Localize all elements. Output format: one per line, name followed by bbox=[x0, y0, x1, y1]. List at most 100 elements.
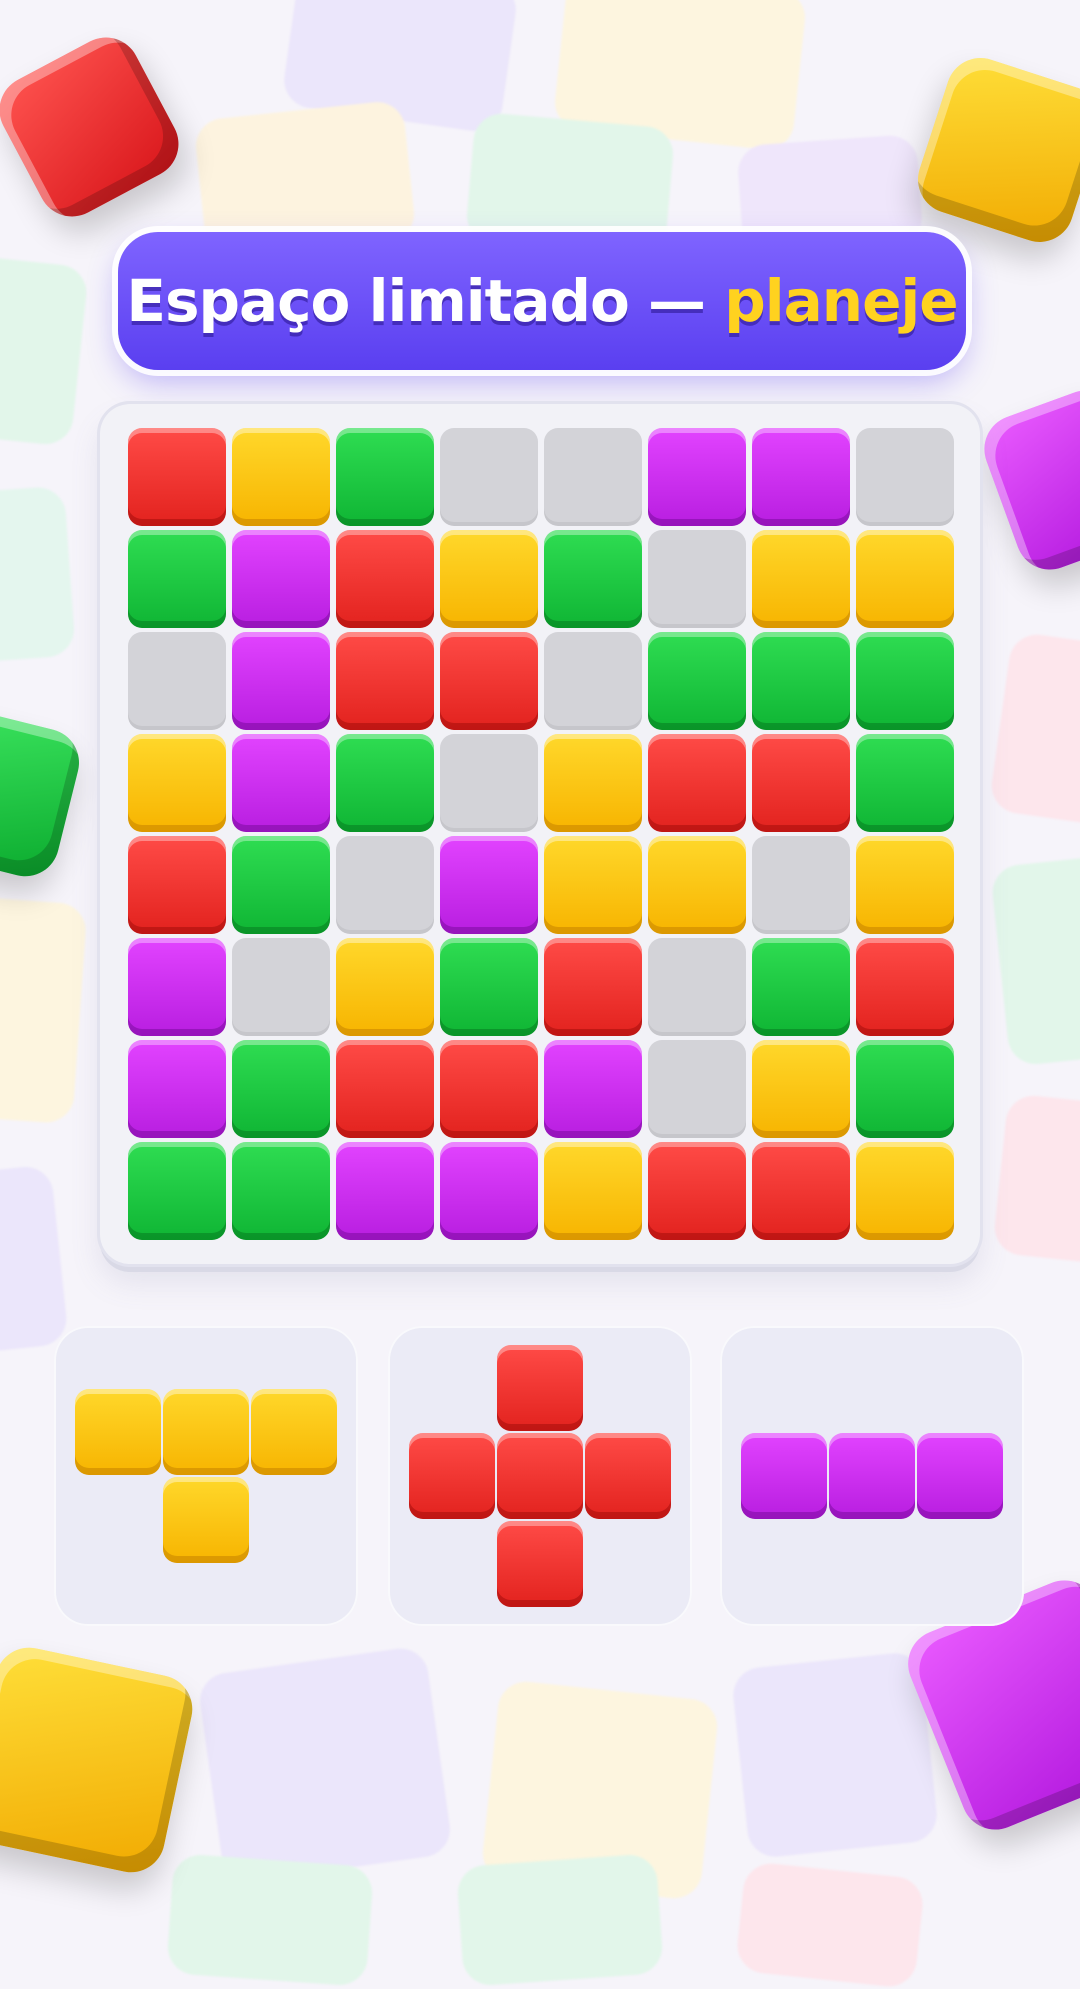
line-piece-cell[interactable] bbox=[917, 1433, 1003, 1519]
bg-square bbox=[456, 1853, 664, 1987]
empty-cell[interactable] bbox=[336, 836, 434, 934]
purple-block-cell[interactable] bbox=[232, 734, 330, 832]
purple-block-cell[interactable] bbox=[648, 428, 746, 526]
t-piece-cell[interactable] bbox=[251, 1389, 337, 1475]
red-block-cell[interactable] bbox=[648, 734, 746, 832]
green-block-cell[interactable] bbox=[752, 938, 850, 1036]
plus-piece-cell[interactable] bbox=[497, 1521, 583, 1607]
bg-square bbox=[0, 895, 88, 1125]
plus-piece-cell[interactable] bbox=[497, 1345, 583, 1431]
bg-square bbox=[166, 1853, 374, 1987]
red-block-cell[interactable] bbox=[128, 836, 226, 934]
title-banner: Espaço limitado — planeje bbox=[118, 232, 966, 370]
green-block-cell[interactable] bbox=[232, 1040, 330, 1138]
line-piece[interactable] bbox=[720, 1326, 1024, 1626]
red-block-cell[interactable] bbox=[752, 734, 850, 832]
deco-green-block bbox=[0, 706, 87, 884]
yellow-block-cell[interactable] bbox=[544, 836, 642, 934]
yellow-block-cell[interactable] bbox=[856, 836, 954, 934]
yellow-block-cell[interactable] bbox=[544, 734, 642, 832]
green-block-cell[interactable] bbox=[232, 836, 330, 934]
empty-cell[interactable] bbox=[752, 836, 850, 934]
red-block-cell[interactable] bbox=[128, 428, 226, 526]
yellow-block-cell[interactable] bbox=[648, 836, 746, 934]
line-piece-cell[interactable] bbox=[741, 1433, 827, 1519]
yellow-block-cell[interactable] bbox=[544, 1142, 642, 1240]
deco-purple-block bbox=[974, 380, 1080, 580]
board-grid bbox=[128, 428, 954, 1240]
bg-square bbox=[734, 1860, 926, 1989]
plus-piece[interactable] bbox=[388, 1326, 692, 1626]
line-piece-cell[interactable] bbox=[829, 1433, 915, 1519]
green-block-cell[interactable] bbox=[128, 530, 226, 628]
purple-block-cell[interactable] bbox=[544, 1040, 642, 1138]
t-piece-cell[interactable] bbox=[163, 1389, 249, 1475]
green-block-cell[interactable] bbox=[128, 1142, 226, 1240]
green-block-cell[interactable] bbox=[232, 1142, 330, 1240]
yellow-block-cell[interactable] bbox=[232, 428, 330, 526]
piece-slot-1[interactable] bbox=[54, 1326, 358, 1626]
game-board bbox=[100, 404, 980, 1264]
yellow-block-cell[interactable] bbox=[752, 1040, 850, 1138]
title-highlight: planeje bbox=[724, 267, 958, 335]
green-block-cell[interactable] bbox=[336, 428, 434, 526]
empty-cell[interactable] bbox=[544, 632, 642, 730]
t-piece-cell[interactable] bbox=[75, 1389, 161, 1475]
red-block-cell[interactable] bbox=[336, 1040, 434, 1138]
green-block-cell[interactable] bbox=[648, 632, 746, 730]
yellow-block-cell[interactable] bbox=[856, 1142, 954, 1240]
purple-block-cell[interactable] bbox=[128, 938, 226, 1036]
piece-slot-2[interactable] bbox=[388, 1326, 692, 1626]
yellow-block-cell[interactable] bbox=[336, 938, 434, 1036]
purple-block-cell[interactable] bbox=[232, 530, 330, 628]
purple-block-cell[interactable] bbox=[336, 1142, 434, 1240]
red-block-cell[interactable] bbox=[856, 938, 954, 1036]
plus-piece-cell[interactable] bbox=[497, 1433, 583, 1519]
empty-cell[interactable] bbox=[648, 938, 746, 1036]
empty-cell[interactable] bbox=[128, 632, 226, 730]
title-main: Espaço limitado — bbox=[126, 267, 725, 335]
empty-cell[interactable] bbox=[440, 428, 538, 526]
empty-cell[interactable] bbox=[544, 428, 642, 526]
bg-square bbox=[989, 853, 1080, 1067]
purple-block-cell[interactable] bbox=[752, 428, 850, 526]
purple-block-cell[interactable] bbox=[440, 836, 538, 934]
empty-cell[interactable] bbox=[232, 938, 330, 1036]
title-text: Espaço limitado — planeje bbox=[126, 267, 958, 335]
empty-cell[interactable] bbox=[648, 1040, 746, 1138]
piece-slot-3[interactable] bbox=[720, 1326, 1024, 1626]
deco-red-block bbox=[0, 25, 191, 229]
plus-piece-cell[interactable] bbox=[409, 1433, 495, 1519]
red-block-cell[interactable] bbox=[648, 1142, 746, 1240]
green-block-cell[interactable] bbox=[440, 938, 538, 1036]
green-block-cell[interactable] bbox=[544, 530, 642, 628]
bg-square bbox=[196, 1645, 454, 1885]
green-block-cell[interactable] bbox=[856, 632, 954, 730]
purple-block-cell[interactable] bbox=[440, 1142, 538, 1240]
red-block-cell[interactable] bbox=[544, 938, 642, 1036]
purple-block-cell[interactable] bbox=[232, 632, 330, 730]
red-block-cell[interactable] bbox=[440, 1040, 538, 1138]
green-block-cell[interactable] bbox=[856, 734, 954, 832]
empty-cell[interactable] bbox=[856, 428, 954, 526]
bg-square bbox=[0, 485, 76, 665]
green-block-cell[interactable] bbox=[336, 734, 434, 832]
plus-piece-cell[interactable] bbox=[585, 1433, 671, 1519]
t-piece[interactable] bbox=[54, 1326, 358, 1626]
purple-block-cell[interactable] bbox=[128, 1040, 226, 1138]
red-block-cell[interactable] bbox=[336, 530, 434, 628]
red-block-cell[interactable] bbox=[752, 1142, 850, 1240]
t-piece-cell[interactable] bbox=[163, 1477, 249, 1563]
yellow-block-cell[interactable] bbox=[752, 530, 850, 628]
yellow-block-cell[interactable] bbox=[856, 530, 954, 628]
yellow-block-cell[interactable] bbox=[128, 734, 226, 832]
red-block-cell[interactable] bbox=[336, 632, 434, 730]
deco-yellow-block bbox=[909, 49, 1080, 251]
green-block-cell[interactable] bbox=[856, 1040, 954, 1138]
empty-cell[interactable] bbox=[440, 734, 538, 832]
yellow-block-cell[interactable] bbox=[440, 530, 538, 628]
bg-square bbox=[988, 631, 1080, 829]
green-block-cell[interactable] bbox=[752, 632, 850, 730]
empty-cell[interactable] bbox=[648, 530, 746, 628]
red-block-cell[interactable] bbox=[440, 632, 538, 730]
